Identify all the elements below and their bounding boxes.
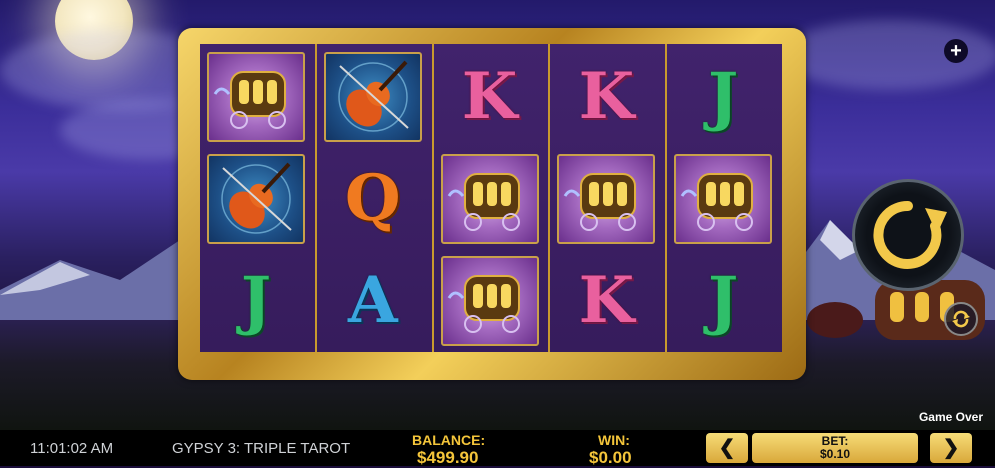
bet-increase-button[interactable]: ❯ — [930, 433, 972, 463]
letter-symbol: J — [708, 263, 739, 338]
bet-value: $0.10 — [819, 447, 851, 461]
symbol-cell: Q — [321, 152, 425, 246]
bet-decrease-button[interactable]: ❮ — [706, 433, 748, 463]
reel-2: QA — [316, 44, 434, 352]
letter-symbol: K — [578, 59, 635, 134]
symbol-cell: J — [204, 254, 308, 348]
letter-symbol: A — [347, 263, 398, 338]
carriage-symbol-icon — [440, 256, 539, 346]
win-label: WIN: — [598, 432, 630, 448]
symbol-cell — [204, 152, 308, 246]
game-title: GYPSY 3: TRIPLE TAROT — [172, 440, 351, 457]
letter-symbol: J — [708, 59, 739, 134]
plus-icon[interactable]: + — [944, 39, 968, 63]
letter-symbol: K — [578, 263, 635, 338]
letter-symbol: J — [240, 263, 272, 338]
reel-3: K — [433, 44, 551, 352]
violin-symbol-icon — [323, 52, 422, 142]
symbol-cell: A — [321, 254, 425, 348]
symbol-cell: J — [671, 254, 775, 348]
chevron-left-icon: ❮ — [718, 437, 736, 459]
symbol-cell — [204, 50, 308, 144]
reel-5: JJ — [667, 44, 782, 352]
clock: 11:01:02 AM — [30, 440, 114, 457]
spin-arrow-icon — [873, 200, 947, 269]
symbol-cell — [554, 152, 658, 246]
carriage-symbol-icon — [674, 154, 773, 244]
balance-value: $499.90 — [417, 448, 479, 467]
symbol-cell: K — [438, 50, 542, 144]
reel-grid: JQAKKKJJ — [200, 44, 782, 352]
symbol-cell: K — [554, 50, 658, 144]
bet-display[interactable]: BET: $0.10 — [752, 433, 918, 463]
carriage-symbol-icon — [557, 154, 656, 244]
symbol-cell — [438, 254, 542, 348]
carriage-symbol-icon — [207, 52, 305, 142]
autoplay-button[interactable] — [944, 302, 978, 336]
carriage-symbol-icon — [440, 154, 539, 244]
spin-button[interactable] — [852, 179, 964, 291]
autoplay-icon — [952, 310, 970, 328]
symbol-cell — [671, 152, 775, 246]
symbol-cell — [438, 152, 542, 246]
reel-1: J — [200, 44, 317, 352]
symbol-cell: K — [554, 254, 658, 348]
letter-symbol: K — [461, 59, 518, 134]
symbol-cell — [321, 50, 425, 144]
letter-symbol: Q — [344, 161, 401, 236]
balance-label: BALANCE: — [412, 432, 486, 448]
win-value: $0.00 — [589, 448, 632, 467]
symbol-cell: J — [671, 50, 775, 144]
reel-4: KK — [550, 44, 668, 352]
game-status: Game Over — [918, 410, 983, 424]
chevron-right-icon: ❯ — [942, 437, 960, 459]
violin-symbol-icon — [207, 154, 305, 244]
bottom-bar: 11:01:02 AM GYPSY 3: TRIPLE TAROT BALANC… — [0, 430, 995, 467]
